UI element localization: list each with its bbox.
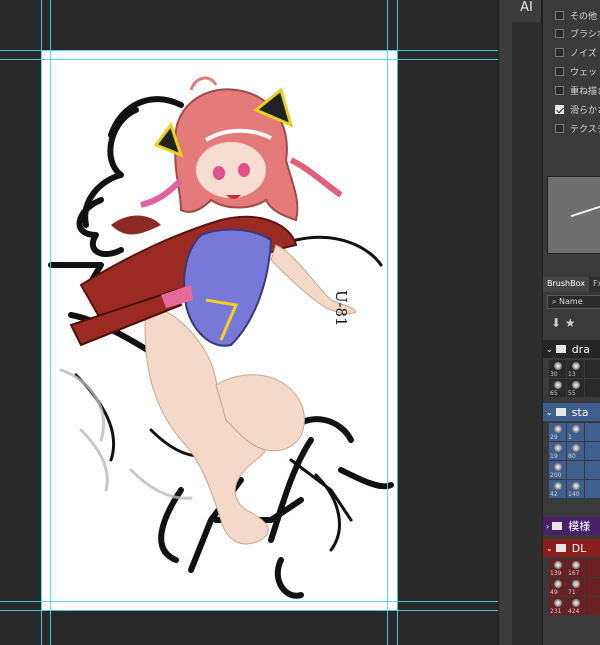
option-build-up[interactable]: 重ね描き効果 <box>555 81 600 99</box>
brush-tip[interactable] <box>585 442 600 460</box>
brush-tip[interactable]: 65 <box>549 379 566 397</box>
option-checkbox[interactable] <box>555 66 564 76</box>
chevron-down-icon[interactable]: ⌄ <box>546 408 553 417</box>
brush-tip[interactable]: 200 <box>549 461 566 479</box>
brush-tip[interactable]: 139 <box>549 559 566 577</box>
brush-tip[interactable] <box>585 578 600 596</box>
brush-group-sta[interactable]: ⌄ sta <box>543 403 600 421</box>
brush-tip[interactable] <box>585 480 600 498</box>
option-brush-pose[interactable]: ブラシポーズ <box>555 24 600 42</box>
guide-vertical[interactable] <box>41 0 42 645</box>
brush-stroke-preview <box>547 176 600 254</box>
tab-brushbox[interactable]: BrushBox <box>543 277 589 292</box>
chevron-down-icon[interactable]: ⌄ <box>546 345 553 354</box>
brush-group-label: dra <box>571 342 590 356</box>
sort-dropdown[interactable]: ⌕ Name <box>547 295 600 309</box>
folder-icon <box>555 544 566 552</box>
brush-tip[interactable] <box>585 423 600 441</box>
brush-tip[interactable]: 30 <box>549 360 566 378</box>
import-icon[interactable]: ⬇ <box>551 316 561 330</box>
brush-tip[interactable]: 55 <box>567 379 584 397</box>
option-checkbox[interactable] <box>555 28 564 38</box>
option-other[interactable]: その他 <box>555 6 597 24</box>
option-protect-texture[interactable]: テクスチャを保護 <box>555 119 600 137</box>
option-wet-edge[interactable]: ウェットエッジ <box>555 62 600 80</box>
option-label: ブラシポーズ <box>570 29 600 40</box>
brush-settings-panel: その他 ブラシポーズ ノイズ ウェットエッジ 重ね描き効果 滑らかさ テクスチャ… <box>542 0 600 645</box>
favorite-star-icon[interactable]: ★ <box>565 316 576 330</box>
brush-tip[interactable]: 19 <box>549 442 566 460</box>
brush-tip[interactable]: 80 <box>567 442 584 460</box>
brush-tip[interactable]: 29 <box>549 423 566 441</box>
guide-horizontal[interactable] <box>0 59 512 60</box>
folder-icon <box>555 408 566 416</box>
option-label: ノイズ <box>570 48 597 59</box>
brushbox-toolbar: ⬇ ★ <box>551 316 576 330</box>
brush-tip[interactable] <box>585 379 600 397</box>
option-label: 滑らかさ <box>570 105 600 116</box>
brush-tip[interactable]: 13 <box>567 360 584 378</box>
option-checkbox[interactable] <box>555 47 564 57</box>
brush-grid-sta: 29 1 19 80 200 42 140 <box>549 423 600 498</box>
option-checkbox[interactable] <box>555 10 564 20</box>
brush-tip[interactable] <box>585 559 600 577</box>
brush-group-label: sta <box>571 405 589 419</box>
option-checkbox[interactable] <box>555 85 564 95</box>
brushbox-tab-bar: BrushBox Fx <box>543 277 600 292</box>
guide-vertical[interactable] <box>50 0 51 645</box>
option-label: その他 <box>570 11 598 22</box>
folder-icon <box>552 522 563 530</box>
guide-vertical[interactable] <box>387 0 388 645</box>
option-label: テクスチャを保護 <box>570 124 600 135</box>
brush-group-pattern[interactable]: › 模様 <box>543 517 600 535</box>
preview-stroke <box>570 202 600 218</box>
brush-tip[interactable] <box>585 597 600 615</box>
guide-horizontal[interactable] <box>0 610 512 611</box>
brush-tip[interactable]: 167 <box>567 559 584 577</box>
brush-tip[interactable]: 231 <box>549 597 566 615</box>
sketch-text: U-81 <box>332 290 350 327</box>
brush-tip[interactable]: 424 <box>567 597 584 615</box>
brush-group-dl[interactable]: ⌄ DL <box>543 539 600 557</box>
option-noise[interactable]: ノイズ <box>555 43 597 61</box>
canvas-workspace[interactable]: U-81 <box>0 0 512 645</box>
sketch-illustration: U-81 <box>48 76 394 599</box>
folder-icon <box>555 345 566 353</box>
option-label: ウェットエッジ <box>570 67 600 78</box>
guide-horizontal[interactable] <box>0 601 512 602</box>
option-checkbox[interactable] <box>555 123 564 133</box>
chevron-down-icon[interactable]: ⌄ <box>546 544 553 553</box>
brush-tip[interactable] <box>585 461 600 479</box>
option-smoothing[interactable]: 滑らかさ <box>555 100 600 118</box>
brush-group-label: 模様 <box>568 520 591 533</box>
brush-tip[interactable] <box>567 461 584 479</box>
brush-tip[interactable]: 49 <box>549 578 566 596</box>
chevron-right-icon[interactable]: › <box>546 522 549 531</box>
sort-dropdown-label: Name <box>559 297 583 306</box>
brush-grid-dra: 30 13 65 55 <box>549 360 600 397</box>
panel-gutter <box>512 22 542 645</box>
option-checkbox[interactable] <box>555 104 564 114</box>
brush-tip[interactable]: 140 <box>567 480 584 498</box>
vertical-scrollbar[interactable] <box>498 0 512 645</box>
brush-tip[interactable]: 71 <box>567 578 584 596</box>
guide-vertical[interactable] <box>397 0 398 645</box>
guide-horizontal[interactable] <box>0 50 512 51</box>
brush-tip[interactable]: 1 <box>567 423 584 441</box>
option-label: 重ね描き効果 <box>570 86 600 97</box>
brush-tip[interactable]: 42 <box>549 480 566 498</box>
ai-panel-tab[interactable]: AI <box>512 0 542 22</box>
brush-group-label: DL <box>571 541 587 555</box>
tab-fx[interactable]: Fx <box>589 277 600 292</box>
brush-grid-dl: 139 167 49 71 231 424 <box>549 559 600 615</box>
brush-tip[interactable] <box>585 360 600 378</box>
brush-group-dra[interactable]: ⌄ dra <box>543 340 600 358</box>
